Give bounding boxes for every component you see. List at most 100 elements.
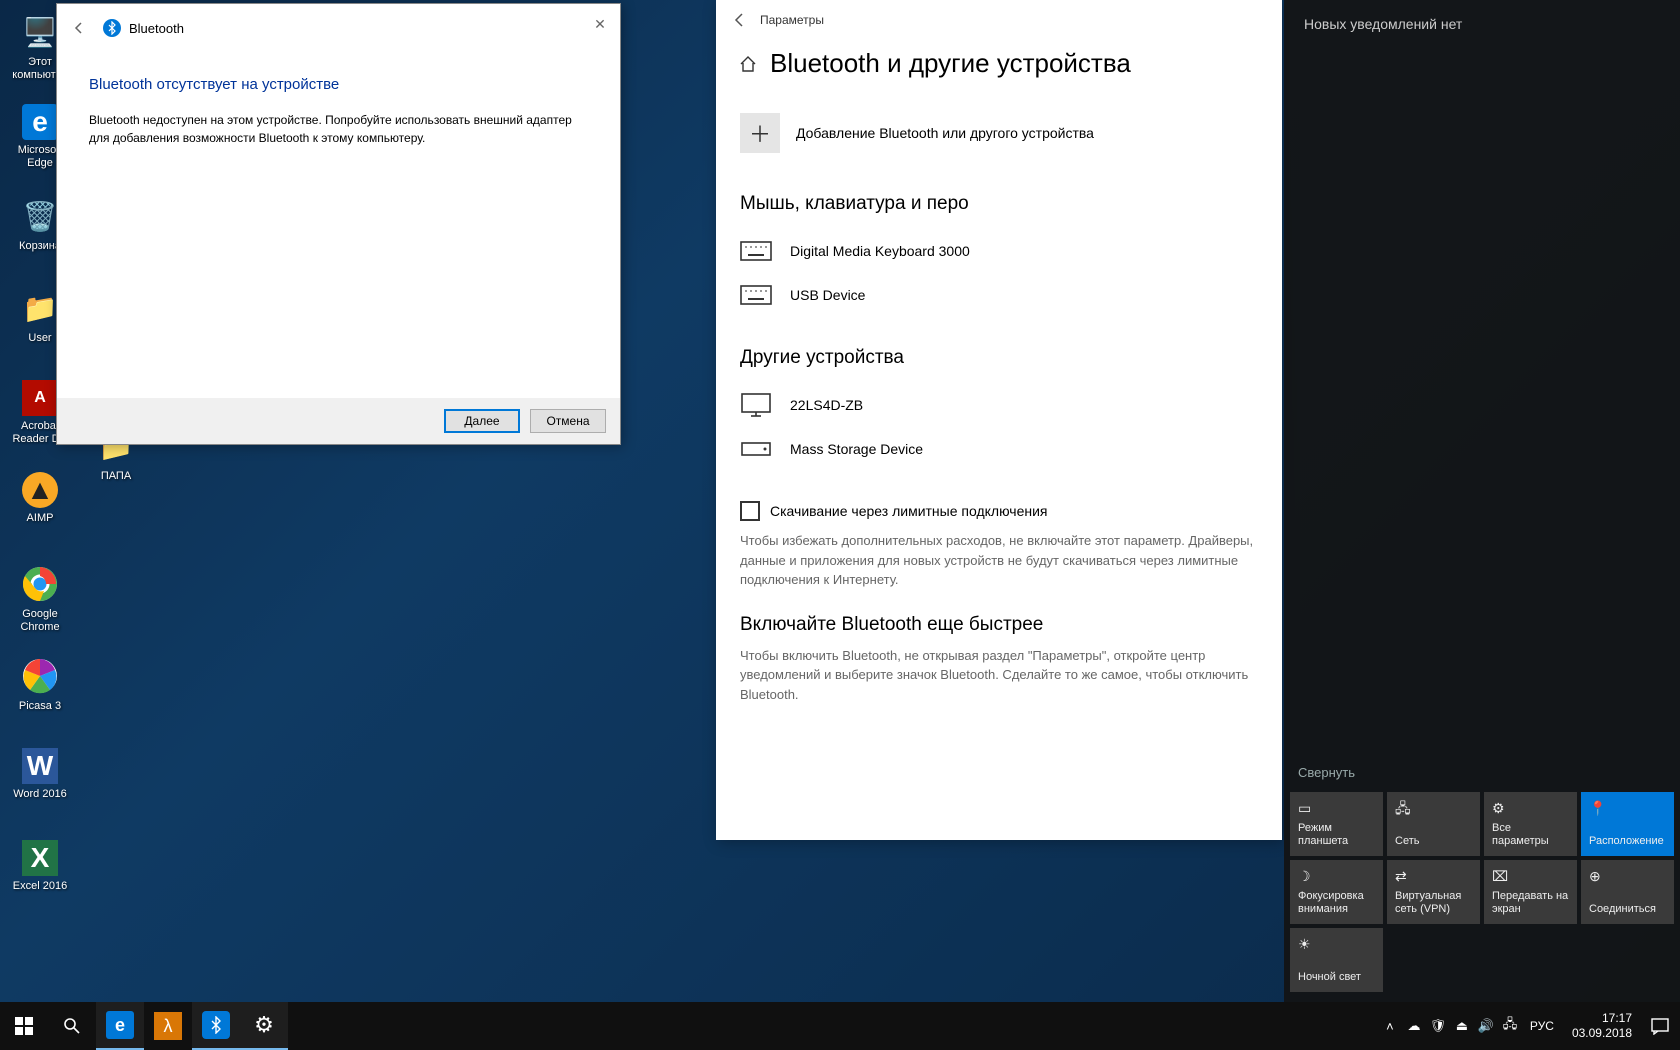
notifications-header: Новых уведомлений нет (1284, 0, 1680, 48)
clock-time: 17:17 (1602, 1011, 1632, 1026)
metered-checkbox[interactable]: Скачивание через лимитные подключения (740, 501, 1258, 521)
tile-vpn[interactable]: ⇄Виртуальная сеть (VPN) (1387, 860, 1480, 924)
settings-window: Параметры Bluetooth и другие устройства … (716, 0, 1282, 840)
metered-help-text: Чтобы избежать дополнительных расходов, … (740, 531, 1258, 590)
action-center: Новых уведомлений нет Свернуть ▭ Режим пл… (1284, 0, 1680, 1002)
language-indicator[interactable]: РУС (1522, 1002, 1562, 1050)
desktop-icon-picasa[interactable]: Picasa 3 (4, 650, 76, 734)
desktop-icon-label: Google Chrome (4, 608, 76, 634)
network-icon: 🖧 (1395, 800, 1472, 817)
location-icon: 📍 (1589, 800, 1666, 817)
search-button[interactable] (48, 1002, 96, 1050)
recycle-icon: 🗑️ (20, 196, 60, 236)
desktop-icon-chrome[interactable]: Google Chrome (4, 558, 76, 642)
tile-label: Режим планшета (1298, 822, 1375, 848)
project-icon: ⌧ (1492, 868, 1569, 885)
desktop-icon-excel[interactable]: X Excel 2016 (4, 834, 76, 918)
desktop-icon-aimp[interactable]: ▲ AIMP (4, 466, 76, 550)
monitor-icon (740, 393, 772, 417)
tray-security-icon[interactable]: 🛡 (1426, 1002, 1450, 1050)
desktop-icon-label: ПАПА (101, 470, 131, 483)
tablet-icon: ▭ (1298, 800, 1375, 817)
edge-icon: e (106, 1011, 134, 1039)
quick-action-tiles: ▭ Режим планшета 🖧Сеть ⚙Все параметры 📍Ра… (1284, 788, 1680, 1002)
tile-project[interactable]: ⌧ Передавать на экран (1484, 860, 1577, 924)
add-device-button[interactable]: ＋ Добавление Bluetooth или другого устро… (740, 113, 1258, 153)
taskbar-app-hl[interactable]: λ (144, 1002, 192, 1050)
back-icon[interactable] (732, 12, 760, 28)
taskbar-app-settings[interactable]: ⚙ (240, 1002, 288, 1050)
tray-usb-icon[interactable]: ⏏ (1450, 1002, 1474, 1050)
checkbox-label: Скачивание через лимитные подключения (770, 503, 1047, 519)
page-title: Bluetooth и другие устройства (770, 48, 1131, 79)
taskbar-clock[interactable]: 17:17 03.09.2018 (1562, 1011, 1642, 1041)
plus-icon: ＋ (740, 113, 780, 153)
device-item[interactable]: Mass Storage Device (740, 427, 1258, 471)
connect-icon: ⊕ (1589, 868, 1666, 885)
action-center-button[interactable] (1642, 1002, 1678, 1050)
close-icon[interactable]: ✕ (588, 12, 612, 36)
app-icon: λ (154, 1012, 182, 1040)
keyboard-icon (740, 283, 772, 307)
tile-night-light[interactable]: ☀Ночной свет (1290, 928, 1383, 992)
taskbar-app-edge[interactable]: e (96, 1002, 144, 1050)
settings-breadcrumb[interactable]: Параметры (760, 13, 824, 27)
device-item[interactable]: Digital Media Keyboard 3000 (740, 229, 1258, 273)
home-icon[interactable] (738, 54, 758, 74)
vpn-icon: ⇄ (1395, 868, 1472, 885)
dialog-title: Bluetooth (129, 21, 184, 36)
tile-label: Ночной свет (1298, 971, 1375, 984)
back-icon[interactable] (69, 18, 89, 38)
aimp-icon: ▲ (22, 472, 58, 508)
taskbar-app-bluetooth[interactable] (192, 1002, 240, 1050)
dialog-heading: Bluetooth отсутствует на устройстве (89, 76, 588, 93)
folder-icon: 📁 (20, 288, 60, 328)
tray-volume-icon[interactable]: 🔊 (1474, 1002, 1498, 1050)
tile-label: Соединиться (1589, 903, 1666, 916)
tile-network[interactable]: 🖧Сеть (1387, 792, 1480, 856)
dialog-body: Bluetooth отсутствует на устройстве Blue… (57, 52, 620, 171)
start-button[interactable] (0, 1002, 48, 1050)
settings-body: ＋ Добавление Bluetooth или другого устро… (716, 95, 1282, 840)
tile-label: Все параметры (1492, 822, 1569, 848)
tile-tablet-mode[interactable]: ▭ Режим планшета (1290, 792, 1383, 856)
tile-all-settings[interactable]: ⚙Все параметры (1484, 792, 1577, 856)
keyboard-icon (740, 239, 772, 263)
chrome-icon (20, 564, 60, 604)
cancel-button[interactable]: Отмена (530, 409, 606, 433)
tray-network-icon[interactable]: 🖧 (1498, 1002, 1522, 1050)
device-item[interactable]: 22LS4D-ZB (740, 383, 1258, 427)
tray-onedrive-icon[interactable]: ☁ (1402, 1002, 1426, 1050)
add-device-label: Добавление Bluetooth или другого устройс… (796, 125, 1094, 141)
settings-top-bar: Параметры (716, 0, 1282, 40)
desktop-icon-label: Picasa 3 (19, 700, 61, 713)
desktop-icon-word[interactable]: W Word 2016 (4, 742, 76, 826)
excel-icon: X (22, 840, 58, 876)
settings-title-row: Bluetooth и другие устройства (716, 40, 1282, 95)
tile-label: Передавать на экран (1492, 890, 1569, 916)
section-heading-mouse: Мышь, клавиатура и перо (740, 193, 1258, 215)
storage-icon (740, 437, 772, 461)
moon-icon: ☽ (1298, 868, 1375, 885)
tile-location[interactable]: 📍Расположение (1581, 792, 1674, 856)
tile-connect[interactable]: ⊕ Соединиться (1581, 860, 1674, 924)
checkbox-icon (740, 501, 760, 521)
desktop-icon-label: AIMP (27, 512, 54, 525)
dialog-footer: Далее Отмена (57, 398, 620, 444)
device-label: USB Device (790, 287, 865, 303)
bluetooth-icon (103, 19, 121, 37)
collapse-button[interactable]: Свернуть (1284, 765, 1680, 788)
device-label: Mass Storage Device (790, 441, 923, 457)
device-item[interactable]: USB Device (740, 273, 1258, 317)
device-label: Digital Media Keyboard 3000 (790, 243, 970, 259)
bluetooth-icon (202, 1011, 230, 1039)
taskbar: e λ ⚙ ˄ ☁ 🛡 ⏏ 🔊 🖧 РУС 17:17 03.09.2018 (0, 1002, 1680, 1050)
bluetooth-wizard-dialog: Bluetooth ✕ Bluetooth отсутствует на уст… (56, 3, 621, 445)
next-button[interactable]: Далее (444, 409, 520, 433)
desktop-icon-label: Excel 2016 (13, 880, 67, 893)
tray-chevron-icon[interactable]: ˄ (1378, 1002, 1402, 1050)
picasa-icon (20, 656, 60, 696)
dialog-header: Bluetooth ✕ (57, 4, 620, 52)
acrobat-icon: A (22, 380, 58, 416)
tile-focus-assist[interactable]: ☽Фокусировка внимания (1290, 860, 1383, 924)
